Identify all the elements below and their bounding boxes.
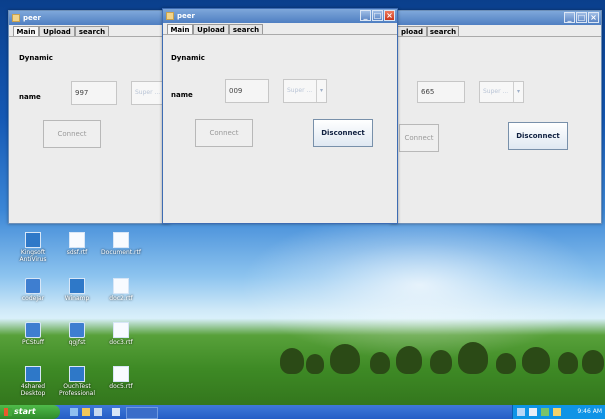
desktop-icon-label: codejar bbox=[21, 295, 45, 302]
peer-window-2[interactable]: peer _ □ × Main Upload search Dynamic na… bbox=[162, 8, 398, 224]
name-field[interactable]: 997 bbox=[71, 81, 117, 105]
window-titlebar[interactable]: peer bbox=[9, 11, 169, 25]
folder-icon bbox=[25, 322, 41, 338]
tab-search[interactable]: search bbox=[229, 24, 263, 34]
quicklaunch-media-icon[interactable] bbox=[94, 408, 102, 416]
tray-update-icon[interactable] bbox=[553, 408, 561, 416]
desktop-icon-codejar[interactable]: codejar bbox=[8, 278, 58, 302]
tab-search[interactable]: search bbox=[427, 26, 459, 36]
window-title: peer bbox=[23, 14, 41, 22]
tab-main[interactable]: Main bbox=[13, 26, 39, 36]
desktop: Kingsoft AntiVirus sdsf.rtf Document.rtf… bbox=[0, 0, 605, 419]
tab-upload[interactable]: pload bbox=[397, 26, 427, 36]
folder-icon bbox=[25, 278, 41, 294]
name-label: name bbox=[171, 91, 193, 99]
minimize-icon[interactable]: _ bbox=[360, 10, 371, 21]
desktop-icon-document[interactable]: Document.rtf bbox=[96, 232, 146, 256]
combo-text: Super ... bbox=[483, 88, 509, 95]
desktop-icon-label: sdsf.rtf bbox=[66, 249, 88, 256]
peer-window-1[interactable]: peer Main Upload search Dynamic name 997… bbox=[8, 10, 170, 224]
connect-button[interactable]: Connect bbox=[195, 119, 253, 147]
tab-strip: Main Upload search bbox=[163, 23, 397, 35]
desktop-icon-label: OuchTest Professional bbox=[58, 383, 96, 397]
folder-icon bbox=[69, 322, 85, 338]
start-label: start bbox=[14, 407, 36, 416]
quicklaunch-expand-icon[interactable] bbox=[112, 408, 120, 416]
close-icon[interactable]: × bbox=[588, 12, 599, 23]
window-title: peer bbox=[177, 12, 195, 20]
desktop-icon-sdsf[interactable]: sdsf.rtf bbox=[52, 232, 102, 256]
desktop-icon-label: Winamp bbox=[64, 295, 90, 302]
section-label: Dynamic bbox=[19, 54, 53, 62]
document-icon bbox=[113, 366, 129, 382]
document-icon bbox=[113, 278, 129, 294]
tab-main[interactable]: Main bbox=[167, 24, 193, 34]
4shared-icon bbox=[25, 366, 41, 382]
connect-button[interactable]: Connect bbox=[399, 124, 439, 152]
tab-strip: pload search bbox=[391, 25, 601, 37]
tray-security-icon[interactable] bbox=[541, 408, 549, 416]
desktop-icon-pcstuff[interactable]: PCStuff bbox=[8, 322, 58, 346]
quicklaunch-folder-icon[interactable] bbox=[82, 408, 90, 416]
desktop-icon-label: PCStuff bbox=[22, 339, 44, 346]
desktop-icon-ouchtest[interactable]: OuchTest Professional bbox=[52, 366, 102, 397]
desktop-icon-label: Kingsoft AntiVirus bbox=[19, 249, 47, 263]
clock[interactable]: 9:46 AM bbox=[577, 405, 602, 419]
desktop-icon-label: 4shared Desktop bbox=[20, 383, 46, 397]
windows-logo-icon bbox=[4, 408, 12, 416]
desktop-icon-label: Document.rtf bbox=[101, 249, 141, 256]
desktop-icon-label: qgjfst bbox=[68, 339, 86, 346]
minimize-icon[interactable]: _ bbox=[564, 12, 575, 23]
java-app-icon bbox=[12, 14, 20, 22]
tab-upload[interactable]: Upload bbox=[39, 26, 75, 36]
close-icon[interactable]: × bbox=[384, 10, 395, 21]
tab-search[interactable]: search bbox=[75, 26, 109, 36]
window-titlebar[interactable]: peer _ □ × bbox=[163, 9, 397, 23]
desktop-icon-label: doc5.rtf bbox=[109, 383, 133, 390]
tab-strip: Main Upload search bbox=[9, 25, 169, 37]
desktop-icon-label: doc2.rtf bbox=[109, 295, 133, 302]
combo-text: Super ... bbox=[287, 87, 313, 94]
document-icon bbox=[113, 322, 129, 338]
connect-button[interactable]: Connect bbox=[43, 120, 101, 148]
desktop-icon-qgjfst[interactable]: qgjfst bbox=[52, 322, 102, 346]
combo-text: Super ... bbox=[135, 89, 161, 96]
disconnect-button[interactable]: Disconnect bbox=[508, 122, 568, 150]
tray-volume-icon[interactable] bbox=[529, 408, 537, 416]
desktop-icon-label: doc3.rtf bbox=[109, 339, 133, 346]
taskbar: start 9:46 AM bbox=[0, 405, 605, 419]
name-field[interactable]: 009 bbox=[225, 79, 269, 103]
desktop-icon-doc2[interactable]: doc2.rtf bbox=[96, 278, 146, 302]
section-label: Dynamic bbox=[171, 54, 205, 62]
maximize-icon[interactable]: □ bbox=[372, 10, 383, 21]
chevron-down-icon[interactable]: ▾ bbox=[316, 80, 326, 102]
app-icon bbox=[69, 366, 85, 382]
java-app-icon bbox=[166, 12, 174, 20]
taskbar-app-button[interactable] bbox=[126, 407, 158, 419]
maximize-icon[interactable]: □ bbox=[576, 12, 587, 23]
window-titlebar[interactable]: _ □ × bbox=[391, 11, 601, 25]
desktop-icon-doc5[interactable]: doc5.rtf bbox=[96, 366, 146, 390]
peer-window-3[interactable]: _ □ × pload search 665 Super ... ▾ Conne… bbox=[390, 10, 602, 224]
system-tray: 9:46 AM bbox=[512, 405, 605, 419]
start-button[interactable]: start bbox=[0, 405, 60, 419]
super-combo[interactable]: Super ... ▾ bbox=[479, 81, 524, 103]
disconnect-button[interactable]: Disconnect bbox=[313, 119, 373, 147]
tree-line bbox=[260, 326, 605, 374]
super-combo[interactable]: Super ... ▾ bbox=[283, 79, 327, 103]
tab-upload[interactable]: Upload bbox=[193, 24, 229, 34]
desktop-icon-doc3[interactable]: doc3.rtf bbox=[96, 322, 146, 346]
desktop-icon-4shared[interactable]: 4shared Desktop bbox=[8, 366, 58, 397]
chevron-down-icon[interactable]: ▾ bbox=[513, 82, 523, 102]
desktop-icon-kingsoft[interactable]: Kingsoft AntiVirus bbox=[8, 232, 58, 263]
document-icon bbox=[113, 232, 129, 248]
tray-network-icon[interactable] bbox=[517, 408, 525, 416]
name-label: name bbox=[19, 93, 41, 101]
desktop-icon-winamp[interactable]: Winamp bbox=[52, 278, 102, 302]
quicklaunch-ie-icon[interactable] bbox=[70, 408, 78, 416]
document-icon bbox=[69, 232, 85, 248]
name-field[interactable]: 665 bbox=[417, 81, 465, 103]
winamp-icon bbox=[69, 278, 85, 294]
antivirus-icon bbox=[25, 232, 41, 248]
